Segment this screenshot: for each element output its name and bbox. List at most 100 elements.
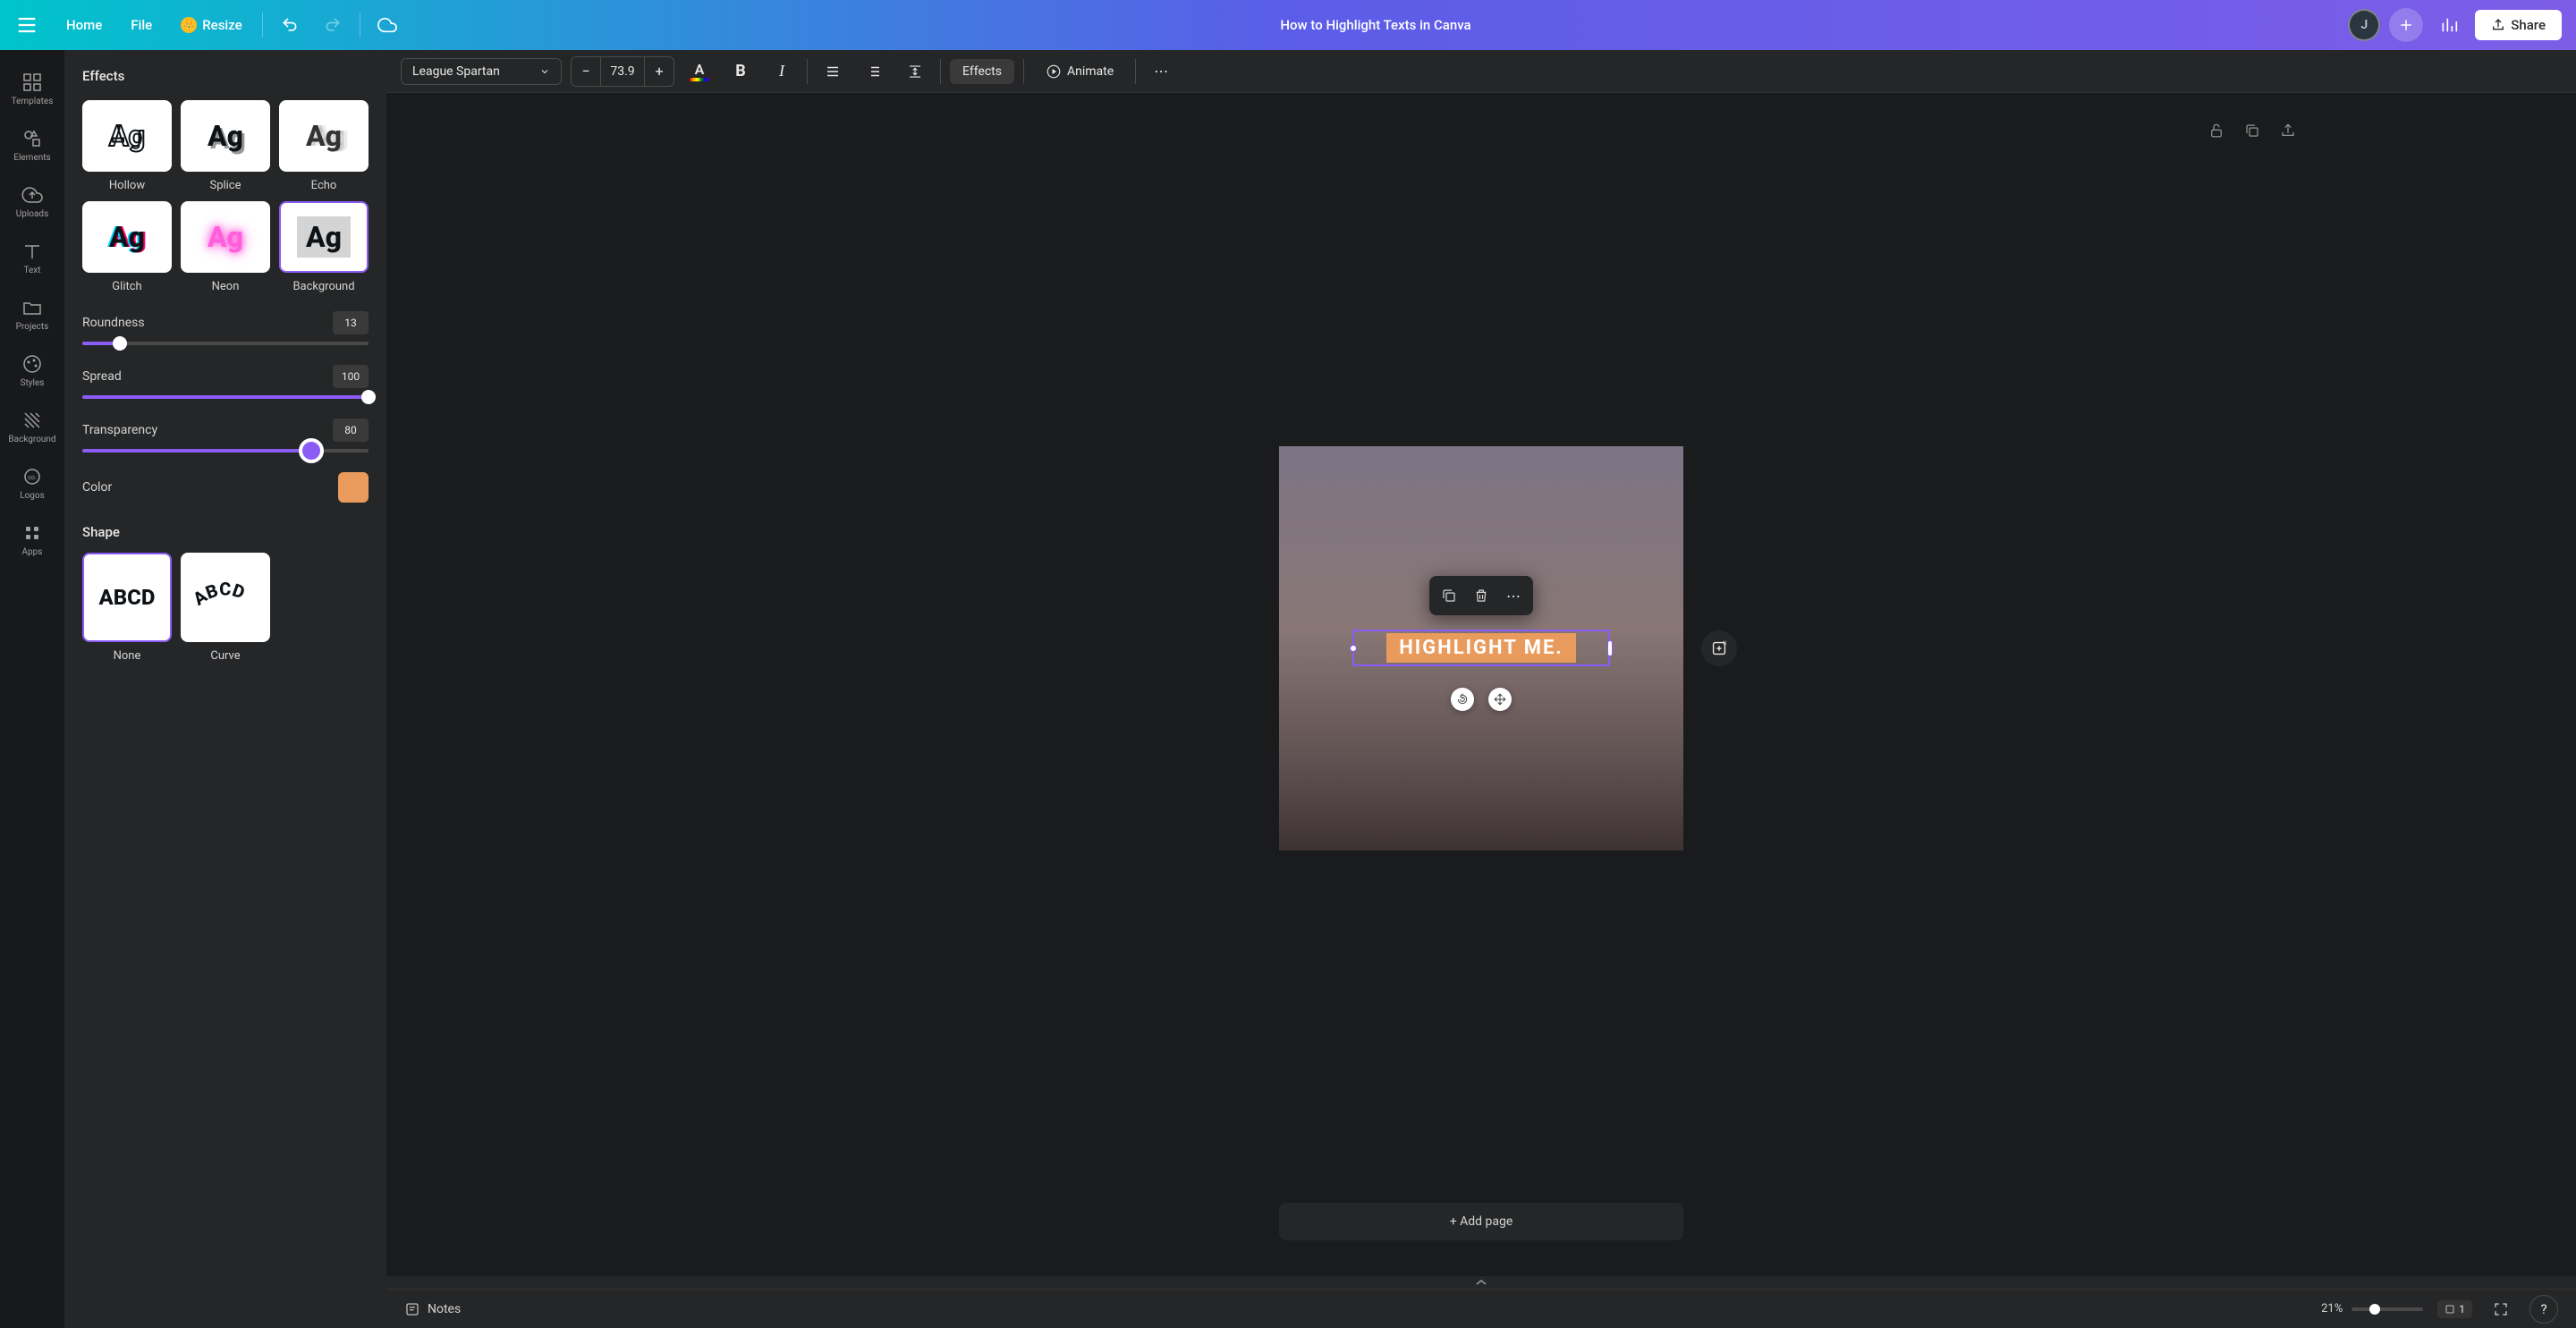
resize-button[interactable]: 👑 Resize [172,12,250,38]
font-select[interactable]: League Spartan [401,58,562,85]
rail-logos[interactable]: co. Logos [0,455,64,512]
home-button[interactable]: Home [57,12,111,38]
rail-styles-label: Styles [21,378,45,388]
resize-handle-left[interactable] [1350,645,1357,652]
zoom-slider[interactable] [2351,1307,2423,1311]
main-layout: Templates Elements Uploads Text Projects… [0,50,2576,1328]
delete-button[interactable] [1467,581,1496,610]
chevron-down-icon [539,66,550,77]
effect-splice[interactable]: Ag Splice [181,100,270,192]
divider [1023,59,1024,84]
align-button[interactable] [817,55,849,88]
transparency-label: Transparency [82,423,157,437]
rail-styles[interactable]: Styles [0,343,64,399]
help-button[interactable]: ? [2529,1295,2558,1324]
rail-apps[interactable]: Apps [0,512,64,568]
shape-curve-thumb: ABCD [181,553,270,642]
effect-background-label: Background [292,280,354,293]
effect-echo[interactable]: Ag Echo [279,100,369,192]
effect-hollow-thumb: Ag [82,100,172,172]
lock-icon[interactable] [2206,120,2227,141]
add-page-fab[interactable] [1701,630,1737,666]
collapse-handle[interactable] [386,1276,2576,1289]
italic-button[interactable]: I [766,55,798,88]
share-button[interactable]: Share [2475,10,2562,40]
font-size-input[interactable]: 73.9 [600,57,645,86]
more-options-button[interactable]: ⋯ [1499,581,1528,610]
undo-button[interactable] [274,9,306,41]
notes-button[interactable]: Notes [404,1301,461,1317]
avatar[interactable]: J [2348,9,2380,41]
effects-button[interactable]: Effects [950,59,1014,84]
animate-button[interactable]: Animate [1033,58,1126,85]
animate-icon [1046,63,1062,80]
effect-glitch[interactable]: Ag Glitch [82,201,172,293]
text-element[interactable]: ⋯ HIGHLIGHT ME. [1352,630,1610,666]
notes-label: Notes [428,1302,461,1316]
bold-button[interactable]: B [724,55,757,88]
file-button[interactable]: File [122,12,161,38]
page-number-badge[interactable]: 1 [2437,1300,2472,1318]
share-page-icon[interactable] [2277,120,2299,141]
spread-value[interactable]: 100 [333,365,369,388]
rail-uploads-label: Uploads [16,209,48,219]
transparency-slider[interactable] [82,449,369,453]
rail-uploads[interactable]: Uploads [0,173,64,230]
canvas-page[interactable]: ⋯ HIGHLIGHT ME. [1279,446,1683,850]
rail-templates[interactable]: Templates [0,61,64,117]
shape-none-label: None [114,649,141,663]
move-handle[interactable] [1488,688,1512,711]
fullscreen-button[interactable] [2487,1295,2515,1324]
document-title[interactable]: How to Highlight Texts in Canva [414,17,2338,33]
rainbow-icon [690,78,709,81]
canva-logo-icon[interactable] [14,13,39,38]
zoom-controls: 21% [2321,1302,2423,1315]
rail-text[interactable]: Text [0,230,64,286]
rail-elements[interactable]: Elements [0,117,64,173]
color-swatch[interactable] [338,472,369,503]
rail-text-label: Text [23,266,40,275]
effect-hollow[interactable]: Ag Hollow [82,100,172,192]
effect-glitch-label: Glitch [112,280,141,293]
share-label: Share [2511,17,2546,33]
zoom-slider-thumb[interactable] [2369,1304,2380,1315]
duplicate-page-icon[interactable] [2241,120,2263,141]
roundness-slider[interactable] [82,342,369,345]
divider [940,59,941,84]
highlighted-text[interactable]: HIGHLIGHT ME. [1386,633,1576,663]
shape-none[interactable]: ABCD None [82,553,172,663]
spread-row: Spread 100 [82,365,369,388]
spread-slider[interactable] [82,395,369,399]
analytics-button[interactable] [2432,8,2466,42]
font-size-decrease[interactable]: − [572,57,600,86]
font-color-button[interactable]: A [683,55,716,88]
left-rail: Templates Elements Uploads Text Projects… [0,50,64,1328]
effect-neon[interactable]: Ag Neon [181,201,270,293]
transparency-value[interactable]: 80 [333,419,369,442]
duplicate-button[interactable] [1435,581,1463,610]
canvas-wrapper[interactable]: ⋯ HIGHLIGHT ME. [386,93,2576,1203]
roundness-value[interactable]: 13 [333,311,369,334]
rail-background[interactable]: Background [0,399,64,455]
list-button[interactable] [858,55,890,88]
cloud-sync-icon[interactable] [371,9,403,41]
effect-grid: Ag Hollow Ag Splice Ag Echo Ag Glitch Ag… [82,100,369,293]
effect-echo-label: Echo [311,179,337,192]
rail-projects[interactable]: Projects [0,286,64,343]
effect-echo-thumb: Ag [279,100,369,172]
redo-button[interactable] [317,9,349,41]
effect-background[interactable]: Ag Background [279,201,369,293]
svg-text:ABCD: ABCD [194,579,248,610]
more-button[interactable]: ⋯ [1145,55,1177,88]
add-page-button[interactable]: + Add page [1279,1203,1683,1240]
top-right-controls: J Share [2348,8,2562,42]
rail-background-label: Background [8,435,55,444]
floating-toolbar: ⋯ [1429,576,1533,615]
spacing-button[interactable] [899,55,931,88]
add-member-button[interactable] [2389,8,2423,42]
rotate-handle[interactable] [1451,688,1474,711]
resize-handle-right[interactable] [1607,640,1613,656]
font-size-increase[interactable]: + [645,57,674,86]
effect-neon-label: Neon [212,280,240,293]
shape-curve[interactable]: ABCD Curve [181,553,270,663]
